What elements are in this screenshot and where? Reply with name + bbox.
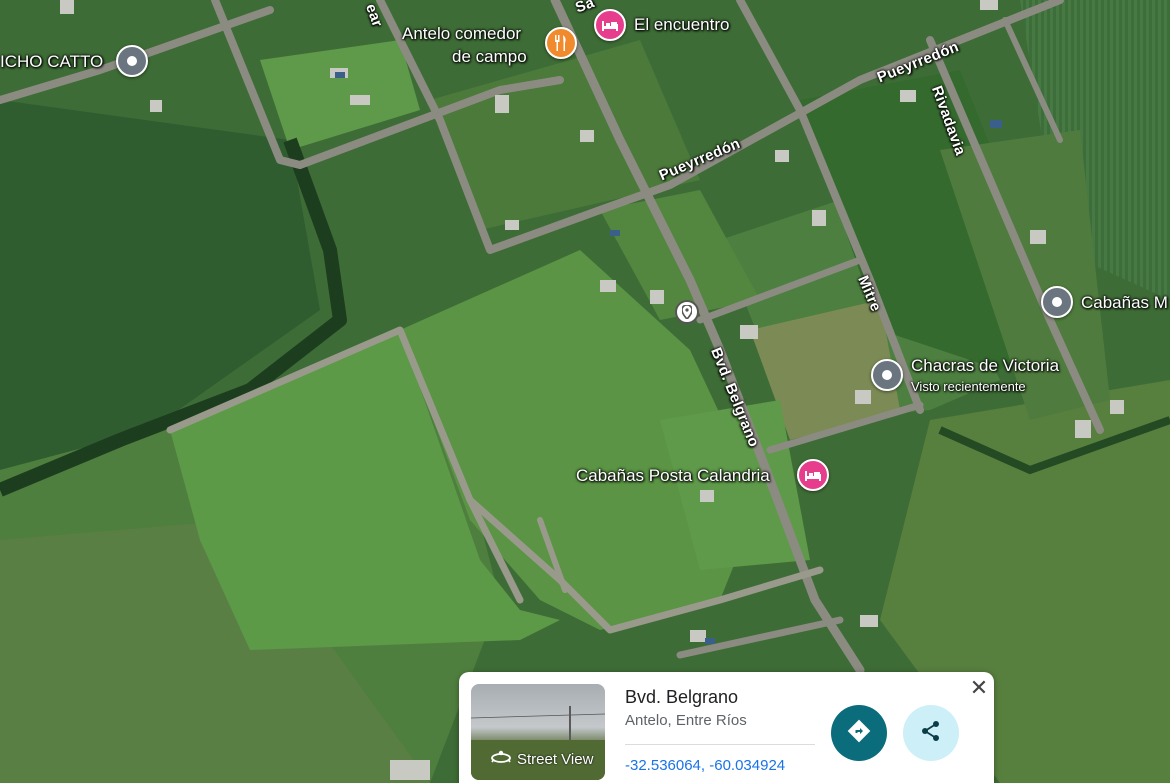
restaurant-icon[interactable] [545, 27, 577, 59]
place-pin-icon[interactable] [116, 45, 148, 77]
coordinates-link[interactable]: -32.536064, -60.034924 [625, 757, 785, 774]
place-label-cabanas-m[interactable]: Cabañas M [1081, 293, 1168, 313]
place-pin-icon[interactable] [871, 359, 903, 391]
card-divider [625, 744, 815, 745]
close-icon: ✕ [969, 675, 989, 700]
close-button[interactable]: ✕ [967, 675, 991, 700]
place-label-chacras-de-victoria[interactable]: Chacras de Victoria [911, 356, 1059, 376]
place-label-antelo-comedor-2[interactable]: de campo [452, 47, 527, 67]
place-info-card: Street View Bvd. Belgrano Antelo, Entre … [459, 672, 994, 783]
hotel-icon[interactable] [797, 459, 829, 491]
street-view-thumbnail[interactable]: Street View [471, 684, 605, 780]
hotel-icon[interactable] [594, 9, 626, 41]
street-view-icon [491, 750, 511, 768]
directions-button[interactable] [831, 705, 887, 761]
share-button[interactable] [903, 705, 959, 761]
dropped-pin-icon[interactable] [675, 300, 699, 324]
place-subtitle: Antelo, Entre Ríos [625, 712, 747, 729]
place-sublabel-recently-viewed: Visto recientemente [911, 379, 1026, 394]
directions-icon [847, 719, 871, 748]
place-label-rancho-catto[interactable]: ICHO CATTO [0, 52, 103, 72]
place-label-posta-calandria[interactable]: Cabañas Posta Calandria [576, 466, 770, 486]
share-icon [919, 719, 943, 748]
place-label-el-encuentro[interactable]: El encuentro [634, 15, 729, 35]
street-view-label: Street View [517, 750, 594, 768]
place-title: Bvd. Belgrano [625, 687, 739, 707]
place-pin-icon[interactable] [1041, 286, 1073, 318]
place-label-antelo-comedor-1[interactable]: Antelo comedor [402, 24, 521, 44]
